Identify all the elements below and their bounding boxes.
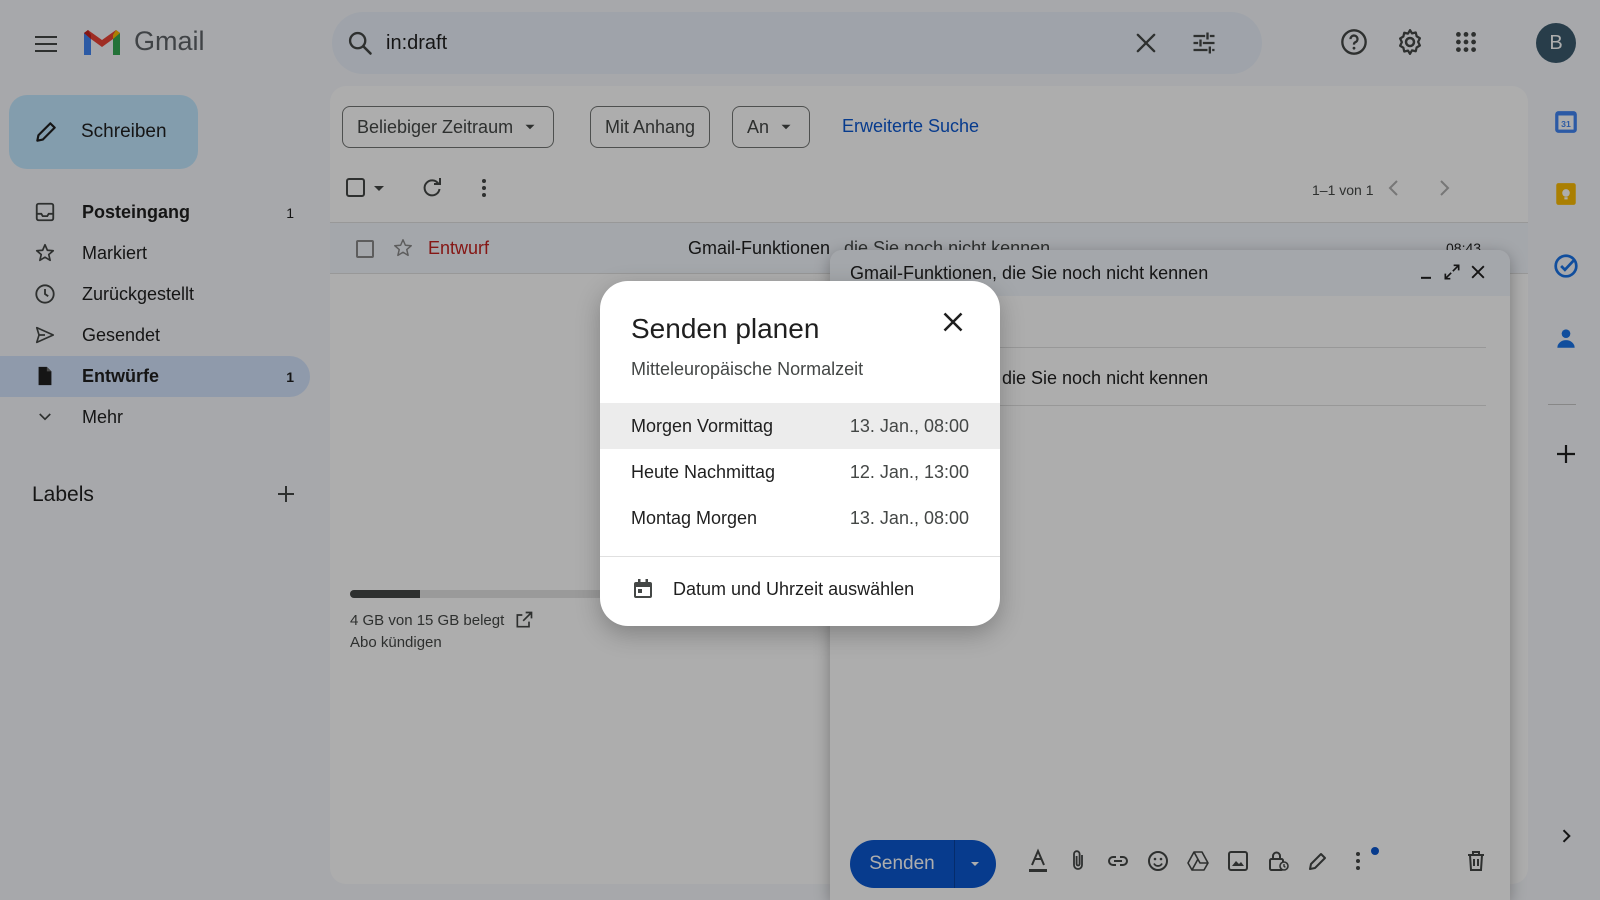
option-date: 13. Jan., 08:00 bbox=[849, 415, 969, 436]
calendar-icon bbox=[634, 579, 652, 598]
timezone-label: Mitteleuropäische Normalzeit bbox=[631, 359, 864, 379]
schedule-option-monday-morning[interactable]: Montag Morgen 13. Jan., 08:00 bbox=[600, 495, 1000, 541]
option-label: Heute Nachmittag bbox=[631, 461, 776, 482]
schedule-option-tomorrow-morning[interactable]: Morgen Vormittag 13. Jan., 08:00 bbox=[600, 403, 1000, 449]
option-label: Montag Morgen bbox=[631, 507, 758, 528]
option-date: 12. Jan., 13:00 bbox=[849, 461, 969, 482]
pick-date-time-label: Datum und Uhrzeit auswählen bbox=[673, 578, 915, 599]
schedule-option-this-afternoon[interactable]: Heute Nachmittag 12. Jan., 13:00 bbox=[600, 449, 1000, 495]
dialog-title: Senden planen bbox=[631, 313, 820, 344]
option-label: Morgen Vormittag bbox=[631, 415, 774, 436]
dialog-divider bbox=[600, 556, 1000, 557]
schedule-send-dialog: Senden planen Mitteleuropäische Normalze… bbox=[600, 281, 1000, 626]
close-icon[interactable] bbox=[936, 305, 970, 339]
option-date: 13. Jan., 08:00 bbox=[849, 507, 969, 528]
pick-date-time-option[interactable]: Datum und Uhrzeit auswählen bbox=[631, 577, 914, 601]
